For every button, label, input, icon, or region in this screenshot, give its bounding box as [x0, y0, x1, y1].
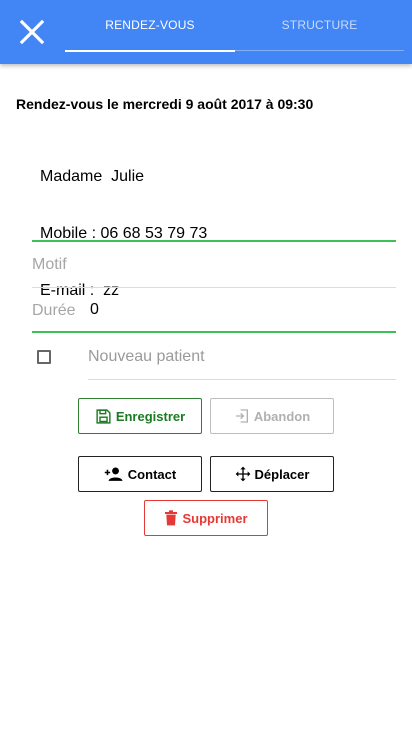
new-patient-checkbox[interactable]: [37, 350, 51, 364]
duree-field-underline: [32, 331, 396, 333]
abort-button[interactable]: Abandon: [210, 398, 334, 434]
new-patient-label[interactable]: Nouveau patient: [88, 348, 205, 366]
duree-input[interactable]: 0: [90, 301, 99, 319]
app-bar: RENDEZ-VOUS STRUCTURE: [0, 0, 412, 64]
move-button[interactable]: Déplacer: [210, 456, 334, 492]
appointment-title: Rendez-vous le mercredi 9 août 2017 à 09…: [16, 96, 314, 112]
move-label: Déplacer: [254, 466, 310, 482]
move-arrows-icon: [235, 466, 250, 482]
contact-label: Contact: [127, 466, 177, 482]
save-label: Enregistrer: [115, 408, 186, 424]
patient-email: E-mail : zz: [40, 282, 120, 299]
patient-info: Madame Julie Mobile : 06 68 53 79 73 E-m…: [40, 129, 207, 319]
delete-label: Supprimer: [182, 510, 248, 526]
add-person-icon: [104, 467, 123, 481]
contact-button[interactable]: Contact: [78, 456, 202, 492]
trash-icon: [165, 510, 178, 526]
exit-icon: [235, 409, 248, 423]
motif-field-underline[interactable]: [32, 287, 396, 288]
duree-label: Durée: [32, 302, 76, 319]
new-patient-underline: [88, 379, 396, 380]
floppy-disk-icon: [96, 408, 111, 424]
tab-rendez-vous[interactable]: RENDEZ-VOUS: [65, 0, 235, 52]
close-icon: [19, 19, 45, 45]
contact-field-underline[interactable]: [32, 240, 396, 242]
tab-label: RENDEZ-VOUS: [105, 18, 195, 32]
delete-button[interactable]: Supprimer: [144, 500, 268, 536]
save-button[interactable]: Enregistrer: [78, 398, 202, 434]
motif-label[interactable]: Motif: [32, 256, 67, 274]
tab-structure[interactable]: STRUCTURE: [235, 0, 404, 51]
patient-name: Madame Julie: [40, 168, 145, 185]
close-button[interactable]: [16, 16, 48, 48]
abort-label: Abandon: [253, 408, 311, 424]
tab-label: STRUCTURE: [281, 18, 358, 32]
